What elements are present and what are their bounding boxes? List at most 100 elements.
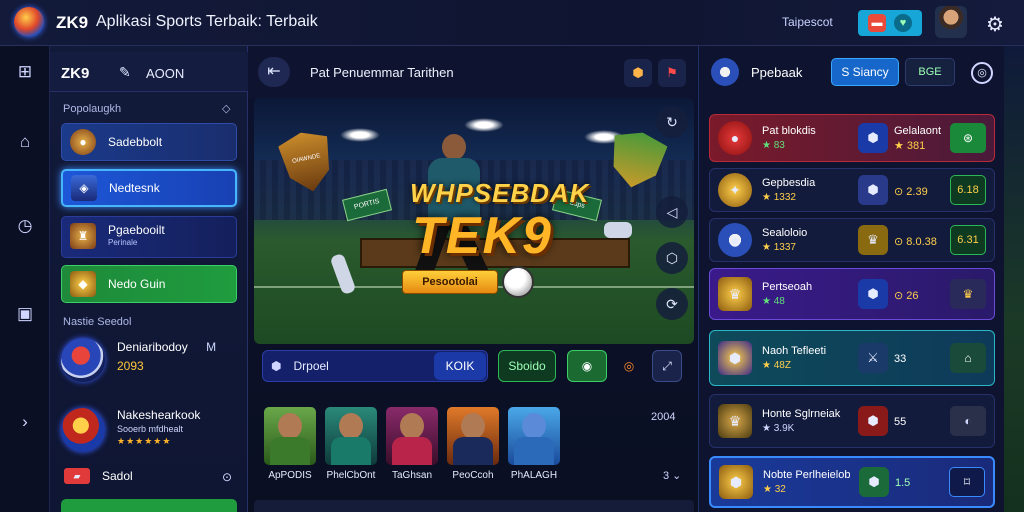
addon-label[interactable]: AOON xyxy=(146,66,184,81)
heart-icon[interactable]: ♥ xyxy=(894,14,912,32)
player-name: PhALAGH xyxy=(510,470,558,481)
team-badge: M xyxy=(206,340,217,354)
chat-icon[interactable]: ◉ xyxy=(567,350,607,382)
bet-button[interactable]: ⊛ xyxy=(950,123,986,153)
tab-active[interactable]: S Siancy xyxy=(831,58,899,86)
more-button[interactable]: ◐ xyxy=(950,406,986,436)
match-name: Honte Sglrneiak xyxy=(762,408,841,420)
clock-icon[interactable]: ◷ xyxy=(13,214,37,238)
stadium-icon[interactable]: ⌂ xyxy=(950,343,986,373)
player-face xyxy=(461,413,485,439)
shield-icon: ⬢ xyxy=(271,359,282,373)
sidebar-item-label: Nedtesnk xyxy=(109,181,160,195)
app-logo-icon[interactable] xyxy=(14,7,44,37)
sidebar-item-text: Pgaebooilt Perinale xyxy=(108,223,165,247)
stadium-edge xyxy=(1004,46,1024,512)
match-row-6[interactable]: ♛ Honte Sglrneiak ★ 3.9K ⬢ 55 ◐ xyxy=(709,394,995,448)
koik-button[interactable]: KOIK xyxy=(434,352,486,380)
sidebar-brand: ZK9 xyxy=(61,65,90,82)
match-info: Nobte Perlheielob ★ 32 xyxy=(763,469,859,495)
sidebar-item-1[interactable]: ● Sadebbolt xyxy=(61,123,237,161)
event-row[interactable]: ▰ Sadol xyxy=(64,468,133,484)
hero-cta-button[interactable]: Pesootolai xyxy=(402,270,498,294)
user-label[interactable]: Taipescot xyxy=(782,15,833,29)
target-icon[interactable]: ◎ xyxy=(618,350,640,382)
main-title: Pat Penuemmar Tarithen xyxy=(310,65,454,80)
match-row-7[interactable]: ⬢ Nobte Perlheielob ★ 32 ⬢ 1.5 ⌑ xyxy=(709,456,995,508)
megaphone-icon[interactable]: ◁ xyxy=(656,196,688,228)
stadium-light xyxy=(464,118,504,132)
match-info: Pertseoah ★ 48 xyxy=(762,281,858,307)
chevron-down-icon[interactable]: ◇ xyxy=(222,102,230,115)
wallet-pill[interactable]: ▬ ♥ xyxy=(858,10,922,36)
chevron-right-icon[interactable]: › xyxy=(13,410,37,434)
cube-icon[interactable]: ⬡ xyxy=(656,242,688,274)
player-shirt xyxy=(514,437,554,465)
player-card-4[interactable] xyxy=(447,407,499,465)
match-name: Gepbesdia xyxy=(762,177,816,189)
match-info: Honte Sglrneiak ★ 3.9K xyxy=(762,408,858,434)
team-card-1[interactable]: Deniaribodoy M 2093 xyxy=(61,338,216,382)
trophy-icon: ♜ xyxy=(70,223,96,249)
shield-icon[interactable]: ⬢ xyxy=(624,59,652,87)
match-value: ⊙ 26 xyxy=(894,289,919,302)
match-opponent: Gelalaont xyxy=(894,124,942,137)
refresh-icon[interactable]: ↻ xyxy=(656,106,688,138)
match-row-2[interactable]: ✦ Gepbesdia ★ 1332 ⬢ ⊙ 2.39 6.18 xyxy=(709,168,995,212)
league-logo-icon xyxy=(711,58,739,86)
match-value: 55 xyxy=(894,416,907,428)
tab-secondary[interactable]: BGE xyxy=(905,58,955,86)
sync-icon[interactable]: ⟳ xyxy=(656,288,688,320)
opponent-logo-icon: ⬢ xyxy=(858,175,888,205)
back-icon[interactable]: ⇤ xyxy=(258,57,290,87)
chart-icon[interactable]: ▣ xyxy=(13,302,37,326)
team-card-2[interactable]: Nakeshearkook Sooerb mfdhealt ★★★★★★ xyxy=(61,408,200,452)
expand-icon[interactable]: ⤢ xyxy=(652,350,682,382)
settings-icon[interactable]: ◎ xyxy=(971,62,993,84)
basketball-icon: ● xyxy=(70,129,96,155)
trophy-button[interactable]: ♛ xyxy=(950,279,986,309)
avatar[interactable] xyxy=(935,6,967,38)
sidebar-item-2[interactable]: ◈ Nedtesnk xyxy=(61,169,237,207)
odds-button[interactable]: 6.31 xyxy=(950,225,986,255)
plus-square-icon[interactable]: ⊞ xyxy=(13,60,37,84)
sidebar-item-label: Pgaebooilt xyxy=(108,223,165,237)
sidebar-item-3[interactable]: ♜ Pgaebooilt Perinale xyxy=(61,216,237,258)
more-count[interactable]: 3 ⌄ xyxy=(663,469,681,482)
match-odd: ★ 48Z xyxy=(762,360,791,371)
player-card-2[interactable] xyxy=(325,407,377,465)
match-row-4[interactable]: ♛ Pertseoah ★ 48 ⬢ ⊙ 26 ♛ xyxy=(709,268,995,320)
shield-icon: ⬢ xyxy=(719,465,753,499)
sboido-button[interactable]: Sboido xyxy=(498,350,556,382)
opponent-logo-icon: ⬢ xyxy=(858,279,888,309)
sidebar-bottom-button[interactable] xyxy=(61,499,237,512)
lock-icon[interactable]: ⌑ xyxy=(949,467,985,497)
sidebar-item-label: Nedo Guin xyxy=(108,277,166,291)
edit-icon[interactable]: ✎ xyxy=(119,64,131,81)
bottom-strip xyxy=(254,500,694,512)
player-face xyxy=(339,413,363,439)
match-value: ★ 381 xyxy=(894,139,926,152)
player-card-3[interactable] xyxy=(386,407,438,465)
match-row-3[interactable]: ◉ Sealoloio ★ 1337 ♛ ⊙ 8.0.38 6.31 xyxy=(709,218,995,262)
hero-banner[interactable]: OIAWNDE PORTIS Ssps WHPSEBDAK TEK9 Pesoo… xyxy=(254,98,694,344)
player-face xyxy=(522,413,546,439)
match-name: Pertseoah xyxy=(762,281,813,293)
match-row-1[interactable]: ● Pat blokdis ★ 83 ⬢ Gelalaont ★ 381 ⊛ xyxy=(709,114,995,162)
notification-icon[interactable]: ⚑ xyxy=(658,59,686,87)
section-title-teams: Nastie Seedol xyxy=(63,316,132,328)
opponent-logo-icon: ⚔ xyxy=(858,343,888,373)
sidebar-item-4[interactable]: ◆ Nedo Guin xyxy=(61,265,237,303)
location-icon[interactable]: ⊙ xyxy=(222,470,232,484)
players-header: 2004 xyxy=(651,411,676,423)
player-card-5[interactable] xyxy=(508,407,560,465)
match-row-5[interactable]: ⬢ Naoh Tefleeti ★ 48Z ⚔ 33 ⌂ xyxy=(709,330,995,386)
gear-icon[interactable]: ⚙ xyxy=(986,12,1004,37)
house-icon[interactable]: ⌂ xyxy=(13,130,37,154)
card-icon[interactable]: ▬ xyxy=(868,14,886,32)
trophy-icon: ♛ xyxy=(718,404,752,438)
odds-button[interactable]: 6.18 xyxy=(950,175,986,205)
event-label: Sadol xyxy=(102,469,133,483)
shield-icon: ◈ xyxy=(71,175,97,201)
player-card-1[interactable] xyxy=(264,407,316,465)
